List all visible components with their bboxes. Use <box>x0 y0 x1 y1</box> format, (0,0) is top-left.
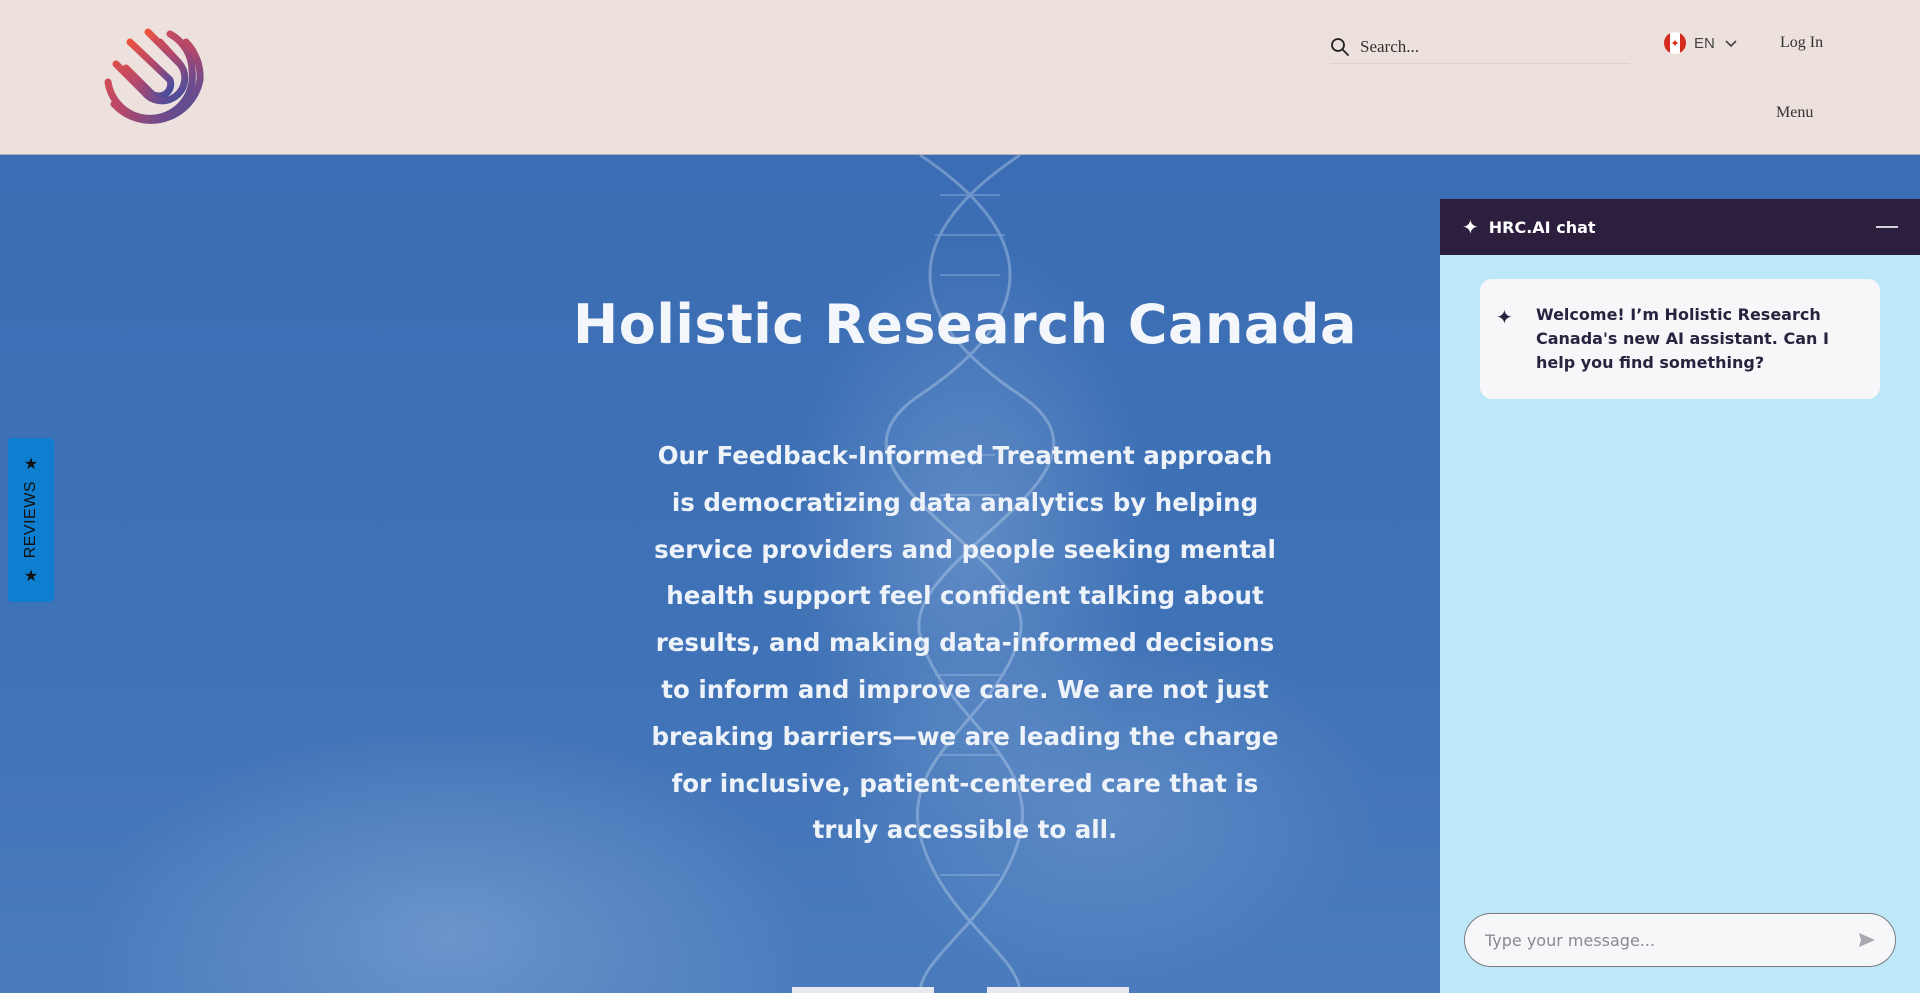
chat-header: ✦ HRC.AI chat <box>1440 199 1920 255</box>
sparkle-icon: ✦ <box>1496 305 1513 329</box>
chat-title: HRC.AI chat <box>1488 217 1596 237</box>
reviews-tab[interactable]: ★ REVIEWS ★ <box>8 438 54 602</box>
language-selector[interactable]: ✦ EN <box>1664 30 1739 56</box>
hero-section: Holistic Research Canada Our Feedback-In… <box>0 155 1440 993</box>
hero-title: Holistic Research Canada <box>573 293 1357 356</box>
search-input[interactable] <box>1360 36 1610 57</box>
site-header: ✦ EN Log In Menu <box>0 0 1920 155</box>
search-icon <box>1331 37 1349 56</box>
search-bar[interactable] <box>1330 30 1630 64</box>
minimize-icon[interactable] <box>1876 226 1898 228</box>
language-label: EN <box>1694 34 1715 52</box>
chat-input-box[interactable] <box>1464 913 1896 967</box>
star-icon: ★ <box>23 456 39 473</box>
menu-button[interactable]: Menu <box>1776 104 1813 122</box>
chat-welcome-bubble: ✦ Welcome! I’m Holistic Research Canada'… <box>1480 279 1880 399</box>
star-icon: ★ <box>23 567 39 585</box>
chat-widget: ✦ HRC.AI chat ✦ Welcome! I’m Holistic Re… <box>1440 199 1920 993</box>
chat-welcome-text: Welcome! I’m Holistic Research Canada's … <box>1536 305 1829 372</box>
hero-button-primary[interactable] <box>792 987 934 993</box>
logo-icon[interactable] <box>100 24 210 134</box>
send-icon[interactable] <box>1857 930 1877 950</box>
hero-description: Our Feedback-Informed Treatment approach… <box>651 441 1279 845</box>
sparkle-icon: ✦ <box>1462 216 1479 239</box>
login-link[interactable]: Log In <box>1780 34 1823 52</box>
chevron-down-icon <box>1725 40 1737 48</box>
chat-message-input[interactable] <box>1485 930 1857 950</box>
reviews-label: REVIEWS <box>22 481 39 559</box>
hero-button-secondary[interactable] <box>987 987 1129 993</box>
canada-flag-icon: ✦ <box>1664 32 1686 54</box>
